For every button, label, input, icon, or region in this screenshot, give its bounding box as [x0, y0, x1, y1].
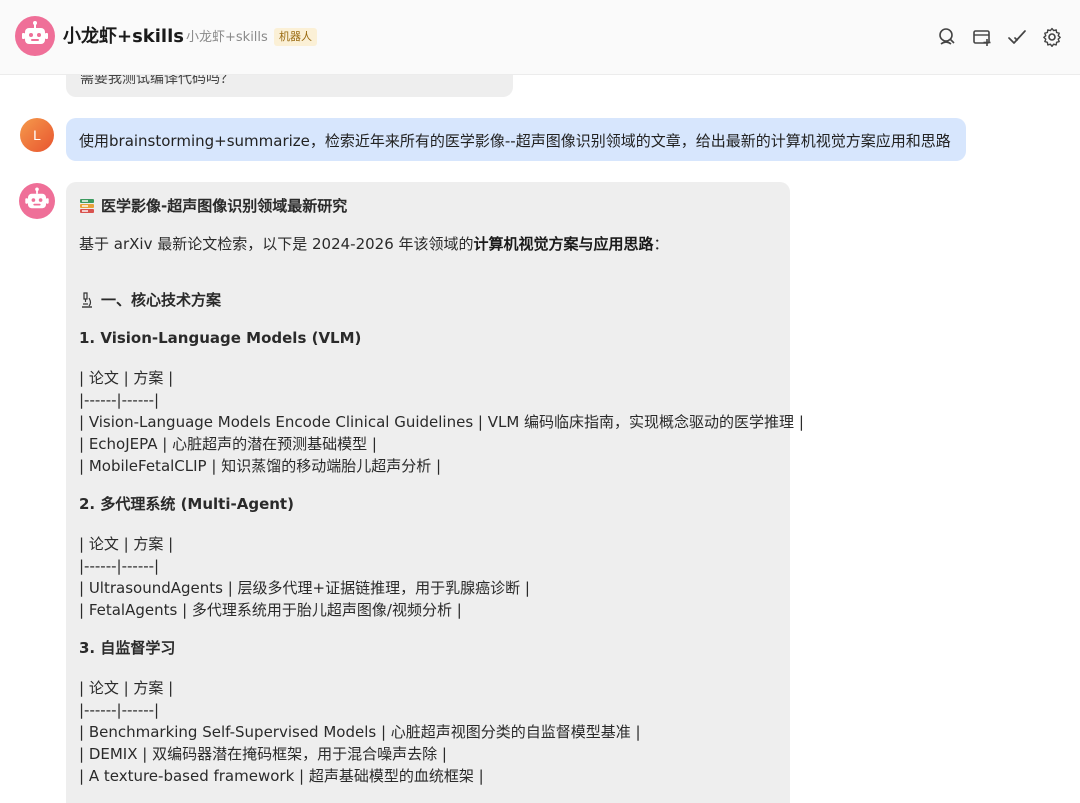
user-message-text: 使用brainstorming+summarize，检索近年来所有的医学影像--…: [79, 132, 951, 150]
bot-avatar-message[interactable]: [19, 183, 55, 219]
search-icon[interactable]: [936, 26, 958, 48]
table-row: | Benchmarking Self-Supervised Models | …: [79, 723, 641, 741]
user-avatar[interactable]: L: [20, 118, 54, 152]
bot-message: 医学影像-超声图像识别领域最新研究 基于 arXiv 最新论文检索，以下是 20…: [66, 182, 804, 803]
intro-suffix: ：: [653, 235, 669, 253]
subsection-heading: 1. Vision-Language Models (VLM): [79, 329, 362, 347]
table-header: | 论文 | 方案 |: [79, 369, 174, 387]
section-heading-text: 一、核心技术方案: [101, 291, 222, 309]
chat-title: 小龙虾+skills: [63, 26, 184, 47]
chat-header: 小龙虾+skills 小龙虾+skills 机器人: [0, 0, 1080, 75]
table-row: | UltrasoundAgents | 层级多代理+证据链推理，用于乳腺癌诊断…: [79, 579, 530, 597]
robot-icon: [25, 187, 49, 209]
robot-icon: [22, 21, 48, 44]
gear-icon[interactable]: [1041, 26, 1063, 48]
message-list[interactable]: 需要我测试编译代码吗？ L 使用brainstorming+summarize，…: [0, 74, 1080, 803]
table-row: | EchoJEPA | 心脏超声的潜在预测基础模型 |: [79, 435, 377, 453]
table-separator: |------|------|: [79, 557, 160, 575]
bot-message-title: 医学影像-超声图像识别领域最新研究: [79, 196, 347, 216]
microscope-icon: [82, 292, 92, 308]
bot-badge: 机器人: [274, 28, 317, 46]
subsection-heading: 2. 多代理系统 (Multi-Agent): [79, 495, 294, 513]
bot-avatar[interactable]: [15, 16, 55, 56]
table-separator: |------|------|: [79, 391, 160, 409]
chat-subtitle: 小龙虾+skills: [186, 30, 268, 45]
subsection-heading: 3. 自监督学习: [79, 639, 176, 657]
previous-bot-message: 需要我测试编译代码吗？: [66, 74, 513, 97]
chat-window: 小龙虾+skills 小龙虾+skills 机器人 需要我测试编译代码吗？ L …: [0, 0, 1080, 803]
bot-intro: 基于 arXiv 最新论文检索，以下是 2024-2026 年该领域的计算机视觉…: [79, 234, 669, 254]
table-row: | A texture-based framework | 超声基础模型的血统框…: [79, 767, 484, 785]
intro-bold: 计算机视觉方案与应用思路: [473, 235, 654, 253]
user-message: 使用brainstorming+summarize，检索近年来所有的医学影像--…: [66, 118, 966, 161]
table-row: | DEMIX | 双编码器潜在掩码框架，用于混合噪声去除 |: [79, 745, 447, 763]
table-header: | 论文 | 方案 |: [79, 679, 174, 697]
books-icon: [80, 199, 94, 213]
table-header: | 论文 | 方案 |: [79, 535, 174, 553]
table-separator: |------|------|: [79, 701, 160, 719]
table-row: | Vision-Language Models Encode Clinical…: [79, 413, 804, 431]
intro-prefix: 基于 arXiv 最新论文检索，以下是 2024-2026 年该领域的: [79, 235, 474, 253]
bot-title-text: 医学影像-超声图像识别领域最新研究: [101, 197, 348, 215]
check-icon[interactable]: [1006, 26, 1028, 48]
add-chat-icon[interactable]: [971, 26, 993, 48]
table-row: | FetalAgents | 多代理系统用于胎儿超声图像/视频分析 |: [79, 601, 462, 619]
table-row: | MobileFetalCLIP | 知识蒸馏的移动端胎儿超声分析 |: [79, 457, 442, 475]
previous-bot-message-text: 需要我测试编译代码吗？: [80, 74, 234, 87]
section-heading: 一、核心技术方案: [79, 290, 221, 310]
